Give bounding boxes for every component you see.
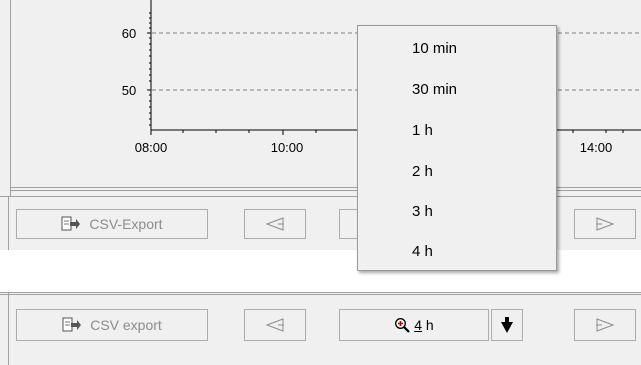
- export-document-icon: [62, 317, 82, 332]
- x-tick-label: 10:00: [271, 140, 304, 155]
- menu-item-4-h[interactable]: 4 h: [412, 243, 433, 260]
- menu-item-1-h[interactable]: 1 h: [412, 122, 433, 139]
- csv-export-button[interactable]: CSV export: [16, 309, 208, 341]
- toolbar-bottom: CSV export 4 h: [0, 292, 641, 365]
- menu-item-10-min[interactable]: 10 min: [412, 40, 457, 57]
- toolbar-separator: [0, 294, 641, 295]
- toolbar-left-edge: [8, 196, 9, 250]
- y-tick-label: 50: [122, 83, 136, 98]
- triangle-left-outline-icon: [265, 318, 284, 332]
- export-document-icon: [61, 216, 81, 231]
- previous-button[interactable]: [244, 309, 306, 341]
- csv-export-label: CSV-Export: [89, 216, 163, 232]
- menu-item-30-min[interactable]: 30 min: [412, 81, 457, 98]
- y-tick-label: 60: [122, 26, 136, 41]
- toolbar-left-edge: [8, 292, 9, 365]
- x-tick-label: 08:00: [135, 140, 168, 155]
- triangle-left-outline-icon: [265, 217, 284, 231]
- menu-item-3-h[interactable]: 3 h: [412, 203, 433, 220]
- csv-export-button[interactable]: CSV-Export: [16, 209, 208, 239]
- plot-frame-border: [10, 188, 11, 196]
- next-button[interactable]: [574, 309, 636, 341]
- time-range-menu: 10 min 30 min 1 h 2 h 3 h 4 h: [357, 25, 557, 271]
- menu-item-2-h[interactable]: 2 h: [412, 163, 433, 180]
- triangle-right-outline-icon: [596, 318, 615, 332]
- zoom-in-magnifier-icon: [395, 318, 411, 333]
- zoom-button-partial[interactable]: [339, 209, 359, 239]
- arrow-down-icon: [501, 317, 513, 333]
- toolbar-separator: [0, 292, 641, 293]
- triangle-right-outline-icon: [596, 217, 615, 231]
- zoom-range-label: 4 h: [414, 317, 434, 333]
- previous-button[interactable]: [244, 209, 306, 239]
- next-button[interactable]: [574, 209, 636, 239]
- y-axis-ticks: [147, 12, 151, 126]
- csv-export-label: CSV export: [90, 317, 162, 333]
- zoom-range-button[interactable]: 4 h: [339, 309, 489, 341]
- zoom-dropdown-button[interactable]: [491, 309, 523, 341]
- x-tick-label: 14:00: [580, 140, 613, 155]
